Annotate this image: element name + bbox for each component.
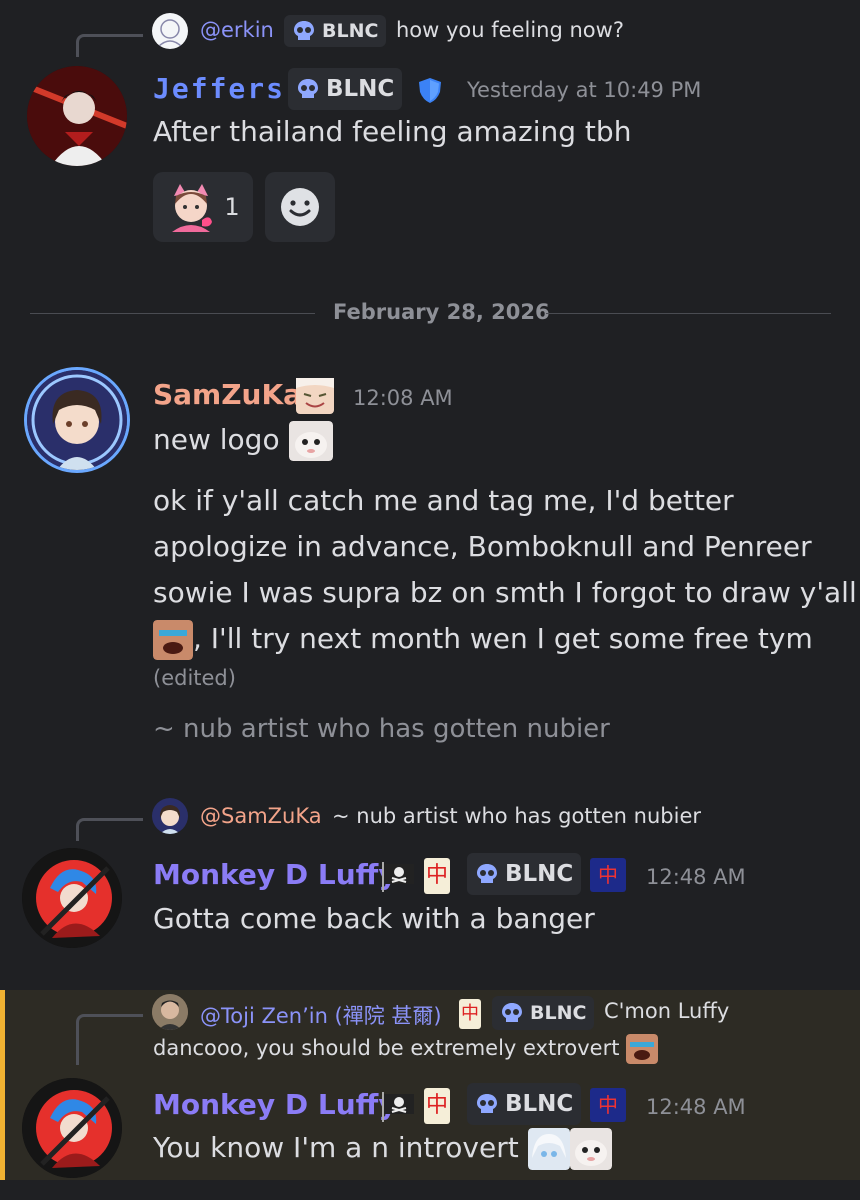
highlight-bar: [0, 990, 5, 1180]
skull-icon: [298, 79, 318, 98]
reply-text[interactable]: how you feeling now?: [396, 18, 624, 42]
author-name-text: SamZuKa: [153, 378, 303, 411]
avatar-luffy[interactable]: [22, 848, 122, 948]
reply-connector: [76, 818, 143, 841]
anime-girl-avatar-icon: [27, 370, 127, 470]
role-tag-label: BLNC: [505, 1091, 574, 1117]
timestamp[interactable]: 12:48 AM: [646, 1095, 746, 1119]
avatar-jeffers[interactable]: [27, 66, 127, 166]
role-tag[interactable]: BLNC: [467, 853, 582, 895]
avatar-samzuka[interactable]: [27, 370, 127, 470]
message-text: new logo: [153, 423, 280, 456]
author-name[interactable]: Monkey D Luffy: [153, 858, 397, 891]
mahjong-tile-icon: 中: [424, 858, 450, 894]
crying-face-emoji-icon: [626, 1034, 659, 1064]
mahjong-tile-icon: 中: [424, 1088, 450, 1124]
message-text: Gotta come back with a banger: [153, 902, 595, 935]
mahjong-glyph: 中: [425, 863, 448, 888]
reply-avatar-toji[interactable]: [152, 994, 188, 1030]
add-reaction-button[interactable]: [265, 172, 335, 242]
timestamp[interactable]: 12:08 AM: [353, 386, 453, 410]
divider-date: February 28, 2026: [333, 300, 550, 324]
cat-face-emoji-icon: [569, 1128, 612, 1170]
reply-role-tag-label: BLNC: [530, 1002, 587, 1024]
pirate-flag-icon: [382, 862, 414, 892]
mahjong-glyph: 中: [461, 1003, 479, 1024]
anime-swordsman-avatar-icon: [27, 66, 127, 166]
timestamp[interactable]: Yesterday at 10:49 PM: [467, 78, 701, 102]
reply-role-tag[interactable]: BLNC: [492, 996, 595, 1030]
laughing-face-emoji-icon: [296, 378, 334, 414]
paragraph-line-with-emoji: , I'll try next month wen I get some fre…: [153, 616, 857, 662]
message-text: After thailand feeling amazing tbh: [153, 115, 632, 148]
author-name[interactable]: Jeffers: [153, 72, 285, 105]
server-glyph: 中: [598, 1093, 618, 1117]
pink-cat-girl-emoji-icon: [172, 184, 213, 232]
reply-mention[interactable]: @erkin: [200, 18, 274, 42]
message-line: You know I'm a n introvert: [153, 1125, 612, 1171]
reply-mention[interactable]: @Toji Zen’in (禪院 甚爾): [200, 1000, 442, 1030]
blue-haired-warrior-avatar-icon: [22, 848, 122, 948]
reply-role-tag[interactable]: BLNC: [284, 15, 387, 47]
smiley-face-icon: [281, 188, 319, 226]
reply-avatar-erkin[interactable]: [152, 13, 188, 49]
white-haired-girl-emoji-icon: [527, 1128, 570, 1170]
role-tag[interactable]: BLNC: [467, 1083, 582, 1125]
pirate-flag-icon: [382, 1092, 414, 1122]
signature-text: ~ nub artist who has gotten nubier: [153, 714, 610, 744]
reaction-pink-cat-girl[interactable]: 1: [153, 172, 253, 242]
skull-icon: [502, 1003, 522, 1022]
reaction-count: 1: [224, 193, 240, 221]
blue-haired-warrior-avatar-icon: [22, 1078, 122, 1178]
server-glyph: 中: [598, 863, 618, 887]
avatar-luffy[interactable]: [22, 1078, 122, 1178]
cat-face-emoji-icon: [288, 421, 333, 461]
reply-text-line1[interactable]: C'mon Luffy: [604, 999, 729, 1023]
crying-face-emoji-icon: [153, 620, 193, 660]
divider-line-left: [30, 313, 315, 314]
sketch-avatar-icon: [157, 19, 183, 48]
author-name[interactable]: Monkey D Luffy: [153, 1088, 397, 1121]
paragraph-line-text: , I'll try next month wen I get some fre…: [193, 622, 813, 655]
edited-label: (edited): [153, 666, 236, 690]
reply-role-tag-label: BLNC: [322, 20, 379, 42]
paragraph-line: sowie I was supra bz on smth I forgot to…: [153, 576, 857, 609]
timestamp[interactable]: 12:48 AM: [646, 865, 746, 889]
role-tag[interactable]: BLNC: [288, 68, 403, 110]
divider-line-right: [546, 313, 831, 314]
reply-text: dancooo, you should be extremely extrove…: [153, 1036, 620, 1060]
paragraph-line: apologize in advance, Bomboknull and Pen…: [153, 530, 812, 563]
reply-mention[interactable]: @SamZuKa: [200, 804, 322, 828]
server-icon[interactable]: 中: [590, 858, 626, 892]
message-paragraph: ok if y'all catch me and tag me, I'd bet…: [153, 478, 857, 662]
shield-icon[interactable]: [416, 76, 444, 104]
mahjong-glyph: 中: [425, 1093, 448, 1118]
role-tag-label: BLNC: [505, 861, 574, 887]
role-tag-label: BLNC: [326, 76, 395, 102]
mahjong-tile-icon: 中: [459, 999, 481, 1029]
anime-girl-avatar-icon: [159, 805, 181, 834]
skull-icon: [477, 1094, 497, 1113]
reply-avatar-samzuka[interactable]: [152, 798, 188, 834]
reply-connector: [76, 1014, 143, 1065]
skull-icon: [477, 864, 497, 883]
reply-text-line2[interactable]: dancooo, you should be extremely extrove…: [153, 1034, 659, 1064]
message-text: You know I'm a n introvert: [153, 1131, 519, 1164]
author-name[interactable]: SamZuKa: [153, 378, 302, 411]
server-icon[interactable]: 中: [590, 1088, 626, 1122]
reply-connector: [76, 34, 143, 57]
skull-icon: [294, 21, 314, 40]
man-portrait-avatar-icon: [152, 994, 188, 1030]
message-line-new-logo: new logo: [153, 417, 333, 463]
paragraph-line: ok if y'all catch me and tag me, I'd bet…: [153, 484, 734, 517]
reply-text[interactable]: ~ nub artist who has gotten nubier: [332, 804, 701, 828]
